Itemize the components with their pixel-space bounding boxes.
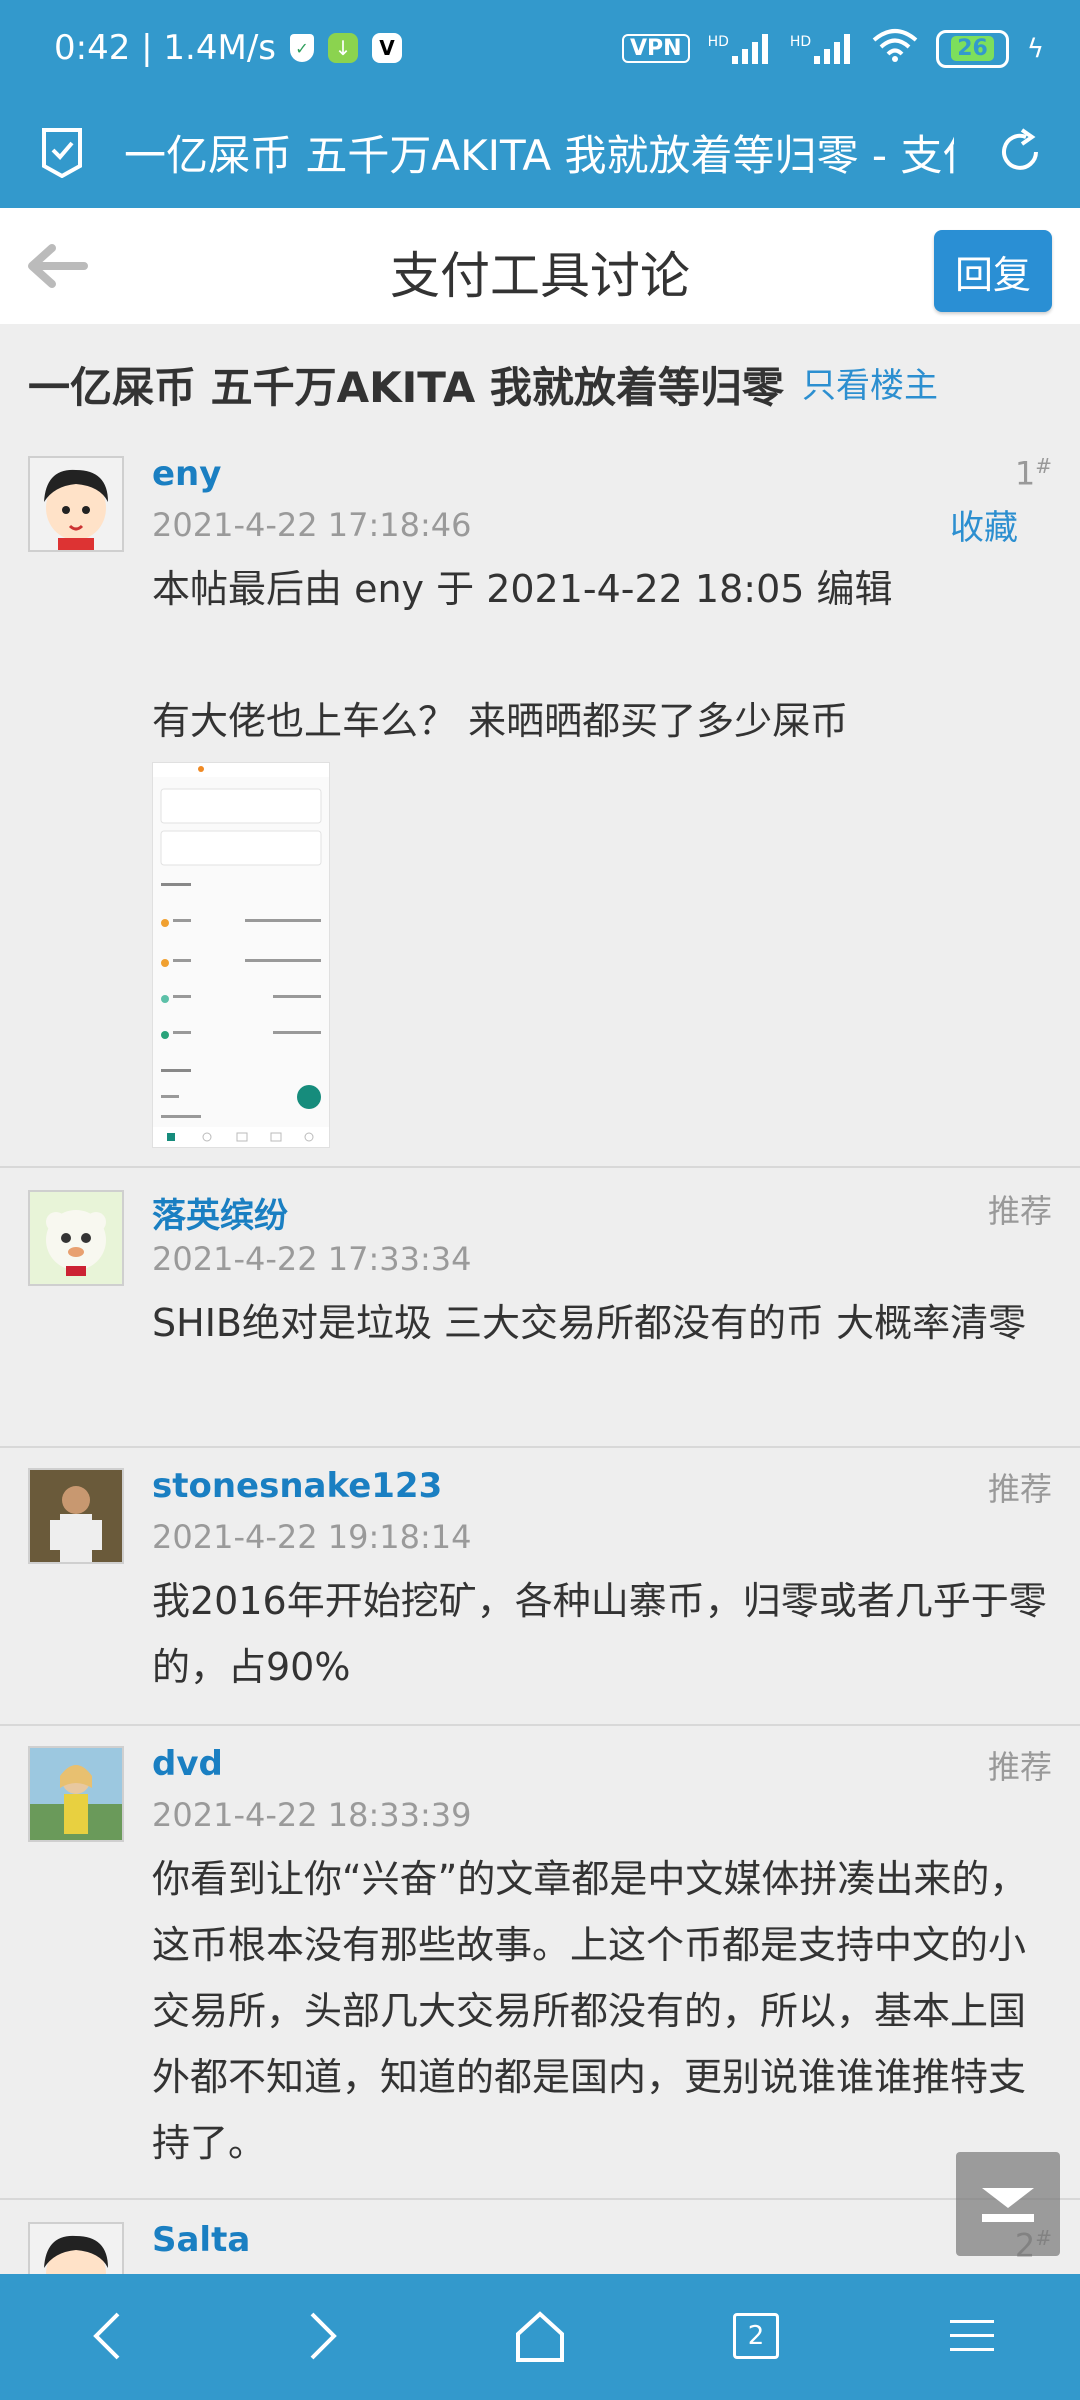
app-v-icon: V [372,33,402,63]
avatar[interactable] [28,1468,124,1564]
bookmark-check-icon[interactable] [40,126,84,182]
vpn-indicator: VPN [622,34,690,63]
back-icon[interactable] [70,2298,146,2374]
collect-link[interactable]: 收藏 [950,500,1018,549]
recommend-link[interactable]: 推荐 [988,1186,1052,1232]
only-op-link[interactable]: 只看楼主 [802,358,938,407]
download-icon: ↓ [328,33,358,63]
signal-hd-label: HD [707,33,729,50]
battery-level: 26 [951,36,994,61]
avatar[interactable] [28,1746,124,1842]
thread-title: 一亿屎币 五千万AKITA 我就放着等归零 [28,363,784,412]
shield-icon: ✓ [290,34,314,62]
post-author[interactable]: eny [152,454,221,494]
signal-hd-label-2: HD [789,33,812,50]
post-edit-note: 本帖最后由 eny 于 2021-4-22 18:05 编辑 [152,567,893,611]
avatar[interactable] [28,2222,124,2274]
browser-bottom-bar: 2 [0,2274,1080,2400]
scroll-to-bottom-button[interactable] [956,2152,1060,2256]
forum-nav-bar: 支付工具讨论 回复 [0,208,1080,326]
post-item: Salta 2# [0,2200,1080,2274]
post-text: SHIB绝对是垃圾 三大交易所都没有的币 大概率清零 [152,1301,1027,1345]
status-time-speed: 0:42 | 1.4M/s [54,28,276,68]
post-time: 2021-4-22 19:18:14 [152,1518,472,1556]
post-author[interactable]: Salta [152,2220,250,2260]
post-author[interactable]: 落英缤纷 [152,1188,288,1237]
recommend-link[interactable]: 推荐 [988,1464,1052,1510]
page-url-title[interactable]: 一亿屎币 五千万AKITA 我就放着等归零 - 支付工具讨论 [124,122,954,183]
home-icon[interactable] [502,2298,578,2374]
double-chevron-down-icon [982,2188,1034,2222]
floor-number: 1 [1014,454,1036,493]
status-bar: 0:42 | 1.4M/s ✓ ↓ V VPN HD HD 26 ϟ [0,0,1080,100]
post-body: 本帖最后由 eny 于 2021-4-22 18:05 编辑 有大佬也上车么？ … [152,556,1052,1148]
post-image-attachment[interactable] [152,762,330,1148]
signal-icon: HD [707,33,772,64]
reply-button[interactable]: 回复 [934,230,1052,312]
post-item: dvd 2021-4-22 18:33:39 推荐 你看到让你“兴奋”的文章都是… [0,1724,1080,2200]
post-text: 我2016年开始挖矿，各种山寨币，归零或者几乎于零的，占90% [152,1579,1047,1689]
browser-title-bar: 一亿屎币 五千万AKITA 我就放着等归零 - 支付工具讨论 [0,100,1080,208]
floor-mark: # [1035,454,1052,478]
status-right: VPN HD HD 26 ϟ [622,28,1044,69]
post-item: 落英缤纷 2021-4-22 17:33:34 推荐 SHIB绝对是垃圾 三大交… [0,1168,1080,1448]
post-time: 2021-4-22 17:33:34 [152,1240,472,1278]
tabs-button[interactable]: 2 [718,2298,794,2374]
post-author[interactable]: stonesnake123 [152,1466,442,1506]
post-text: 你看到让你“兴奋”的文章都是中文媒体拼凑出来的，这币根本没有那些故事。上这个币都… [152,1857,1028,2165]
post-item: eny 2021-4-22 17:18:46 1# 收藏 本帖最后由 eny 于… [0,434,1080,1168]
signal-icon-2: HD [789,33,854,64]
battery-indicator: 26 [936,29,1009,68]
avatar[interactable] [28,1190,124,1286]
refresh-icon[interactable] [996,126,1044,182]
post-item: stonesnake123 2021-4-22 19:18:14 推荐 我201… [0,1446,1080,1726]
tab-count: 2 [733,2313,779,2359]
menu-icon[interactable] [934,2298,1010,2374]
post-floor: 1# [1015,454,1052,493]
forum-section-title: 支付工具讨论 [390,247,690,305]
post-time: 2021-4-22 17:18:46 [152,506,472,544]
post-time: 2021-4-22 18:33:39 [152,1796,472,1834]
wifi-icon [872,28,918,69]
avatar[interactable] [28,456,124,552]
recommend-link[interactable]: 推荐 [988,1742,1052,1788]
charging-icon: ϟ [1026,33,1044,64]
post-author[interactable]: dvd [152,1744,223,1784]
forward-icon[interactable] [284,2298,360,2374]
status-left: 0:42 | 1.4M/s ✓ ↓ V [54,28,402,68]
thread-content: 一亿屎币 五千万AKITA 我就放着等归零 只看楼主 eny 2021-4-22… [0,324,1080,2274]
post-text: 有大佬也上车么？ 来晒晒都买了多少屎币 [152,699,849,743]
